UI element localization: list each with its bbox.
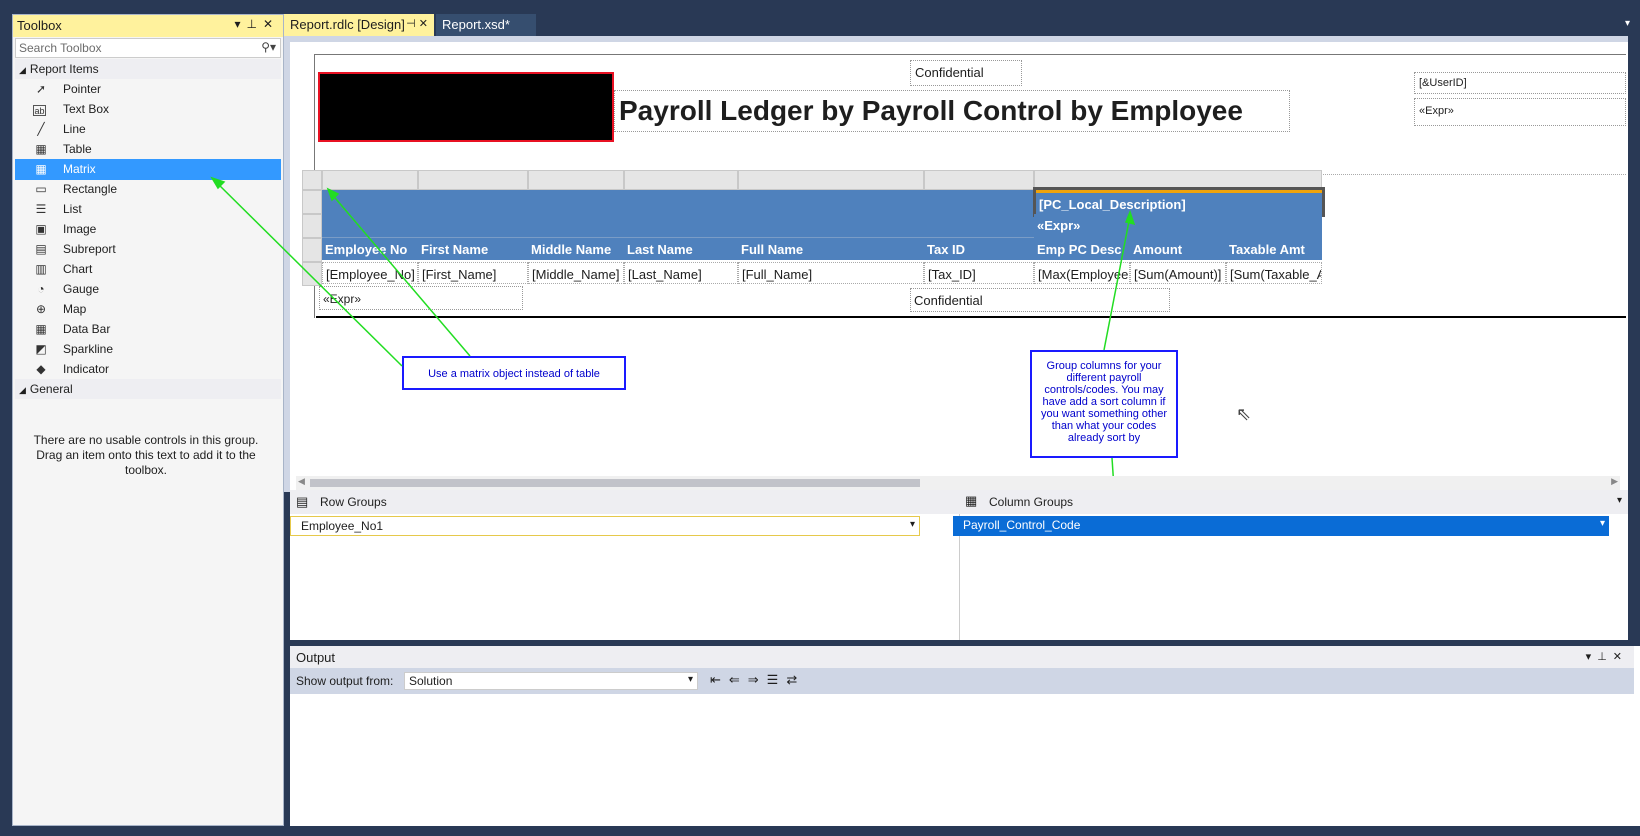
grouping-pane: ▤ Row Groups ▦ Column Groups ▾ bbox=[290, 490, 1628, 640]
arrow-to-matrix-tool bbox=[213, 179, 403, 367]
show-output-from-label: Show output from: bbox=[296, 674, 394, 688]
scroll-left-icon[interactable]: ◀ bbox=[298, 476, 305, 487]
scrollbar-thumb[interactable] bbox=[310, 479, 920, 487]
arrow-to-column-group bbox=[1103, 215, 1131, 351]
arrow-head bbox=[210, 176, 226, 190]
output-source-dropdown-icon[interactable]: ▾ bbox=[688, 674, 693, 685]
mouse-cursor-icon: ⇖ bbox=[1236, 404, 1252, 424]
column-groups-icon: ▦ bbox=[965, 493, 978, 508]
column-group-payroll-control-code[interactable]: Payroll_Control_Code ▾ bbox=[953, 516, 1609, 536]
arrow-to-matrix-corner bbox=[329, 191, 471, 357]
output-source-select[interactable]: Solution ▾ bbox=[404, 672, 698, 690]
row-group-dropdown-icon[interactable]: ▾ bbox=[910, 519, 915, 530]
scroll-right-icon[interactable]: ▶ bbox=[1611, 476, 1618, 487]
column-groups-header: ▦ Column Groups ▾ bbox=[959, 490, 1628, 514]
row-groups-icon: ▤ bbox=[296, 494, 309, 509]
output-window-controls[interactable]: ▾⊥✕ bbox=[1586, 650, 1628, 663]
row-groups-title: Row Groups bbox=[320, 495, 387, 509]
output-source-value: Solution bbox=[409, 674, 453, 688]
grouping-dropdown-icon[interactable]: ▾ bbox=[1617, 495, 1622, 506]
arrow-head bbox=[1124, 209, 1136, 226]
horizontal-scrollbar[interactable]: ◀ ▶ bbox=[296, 476, 1620, 490]
column-groups-title: Column Groups bbox=[989, 495, 1074, 509]
output-title: Output bbox=[296, 650, 336, 665]
output-toolbar-buttons[interactable]: ⇤⇐⇒☰⇄ bbox=[710, 672, 805, 688]
column-group-label: Payroll_Control_Code bbox=[963, 518, 1081, 532]
output-title-bar: Output ▾⊥✕ bbox=[290, 646, 1634, 668]
row-group-employee-no1[interactable]: Employee_No1 ▾ bbox=[290, 516, 920, 536]
row-groups-header: ▤ Row Groups bbox=[290, 490, 959, 514]
row-group-label: Employee_No1 bbox=[301, 519, 384, 533]
column-group-dropdown-icon[interactable]: ▾ bbox=[1600, 518, 1605, 529]
arrow-head bbox=[326, 187, 340, 202]
